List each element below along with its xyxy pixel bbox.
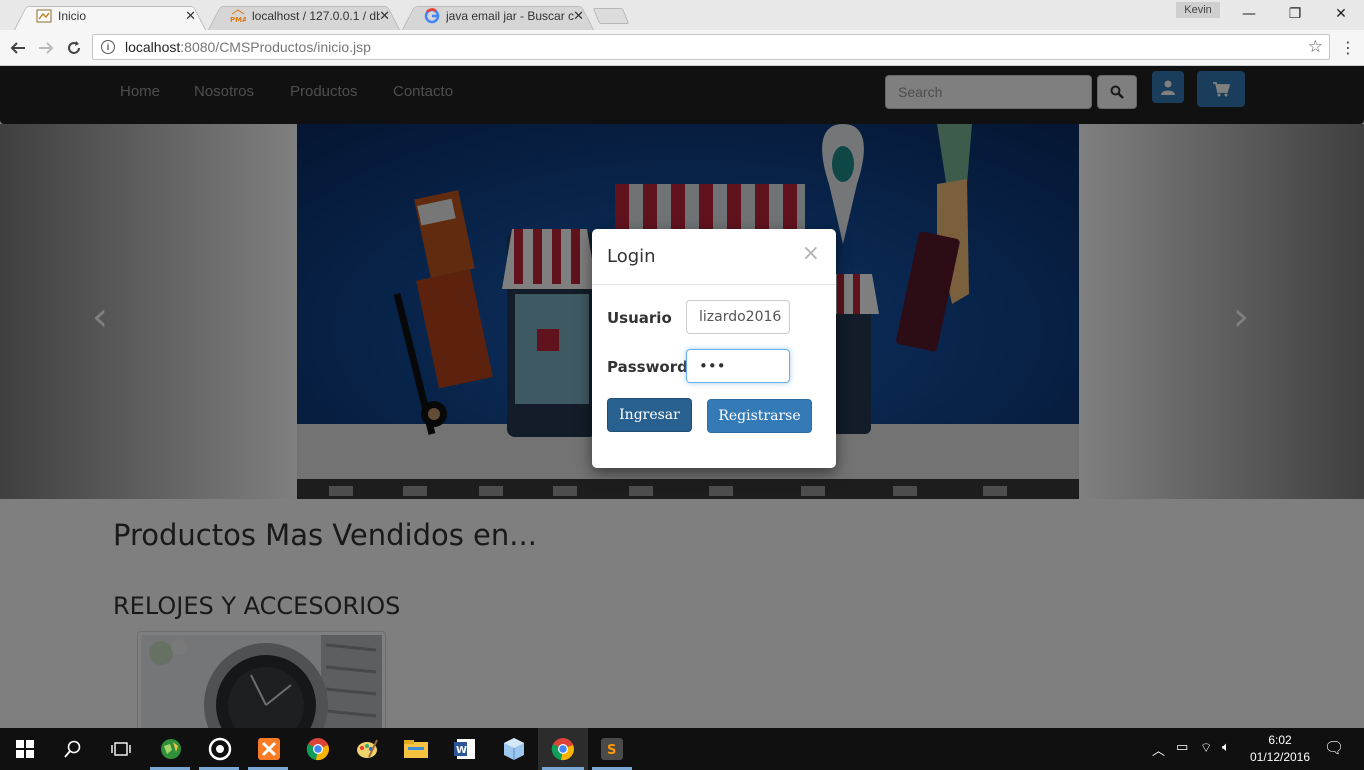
word-icon[interactable]: W (452, 736, 478, 762)
back-arrow-icon[interactable] (6, 36, 30, 60)
wifi-icon[interactable]: ⌔ (1200, 740, 1212, 756)
svg-text:PMA: PMA (230, 16, 246, 24)
svg-text:W: W (456, 745, 467, 756)
password-input[interactable]: ••• (686, 349, 790, 383)
close-tab-icon[interactable]: ✕ (573, 8, 584, 24)
login-modal-title: Login (607, 246, 656, 267)
globe-app-icon[interactable] (158, 736, 184, 762)
tab-google-search[interactable]: java email jar - Buscar co ✕ (402, 2, 594, 31)
virtualbox-icon[interactable] (501, 736, 527, 762)
tab-phpmyadmin[interactable]: PMA localhost / 127.0.0.1 / db ✕ (208, 2, 400, 31)
registrarse-button[interactable]: Registrarse (707, 399, 812, 433)
google-favicon-icon (424, 8, 440, 24)
new-tab-button[interactable] (592, 8, 630, 24)
tab-label: localhost / 127.0.0.1 / db (252, 9, 380, 23)
login-modal-header: Login × (592, 229, 836, 285)
address-bar[interactable]: i localhost:8080/CMSProductos/inicio.jsp… (92, 34, 1330, 60)
close-tab-icon[interactable]: ✕ (185, 8, 196, 24)
notifications-icon[interactable]: 🗨︎ (1324, 738, 1344, 757)
task-view-icon[interactable] (108, 736, 134, 762)
clock-time: 6:02 (1268, 733, 1292, 747)
tab-inicio[interactable]: Inicio ✕ (14, 2, 206, 31)
phpmyadmin-favicon-icon: PMA (230, 8, 246, 24)
bookmark-star-icon[interactable]: ☆ (1308, 37, 1323, 57)
windows-taskbar: W S ︿ ▭ ⌔ 🔈︎ 6:02 01/12/2016 🗨︎ (0, 728, 1364, 770)
clock-date: 01/12/2016 (1249, 750, 1311, 764)
window-close-icon[interactable]: ✕ (1318, 0, 1364, 28)
browser-tab-strip: Inicio ✕ PMA localhost / 127.0.0.1 / db … (0, 0, 1364, 31)
chevron-up-icon[interactable]: ︿ (1152, 740, 1165, 759)
usuario-input[interactable]: lizardo2016 (686, 300, 790, 334)
minimize-icon[interactable]: — (1226, 0, 1272, 28)
password-label: Password (607, 358, 688, 376)
forward-arrow-icon[interactable] (34, 36, 58, 60)
close-icon[interactable]: × (802, 241, 820, 266)
chrome-active-icon[interactable] (550, 736, 576, 762)
page-viewport: Home Nosotros Productos Contacto Search (0, 66, 1364, 728)
browser-menu-icon[interactable]: ⋮ (1340, 38, 1356, 57)
url-path: :8080/CMSProductos/inicio.jsp (180, 39, 371, 55)
sublime-text-icon[interactable]: S (599, 736, 625, 762)
volume-icon[interactable]: 🔈︎ (1222, 740, 1230, 755)
svg-text:S: S (607, 743, 616, 758)
chrome-icon[interactable] (305, 736, 331, 762)
search-icon[interactable] (60, 736, 86, 762)
profile-button[interactable]: Kevin (1176, 2, 1220, 18)
url-host: localhost (125, 39, 181, 55)
file-explorer-icon[interactable] (403, 736, 429, 762)
restore-icon[interactable]: ❐ (1272, 0, 1318, 28)
tab-label: Inicio (58, 9, 87, 23)
info-icon[interactable]: i (101, 40, 115, 54)
ingresar-button[interactable]: Ingresar (607, 398, 692, 432)
system-clock[interactable]: 6:02 01/12/2016 (1244, 732, 1316, 766)
circle-app-icon[interactable] (207, 736, 233, 762)
battery-icon[interactable]: ▭ (1176, 740, 1188, 755)
tab-label: java email jar - Buscar co (446, 9, 574, 23)
xampp-icon[interactable] (256, 736, 282, 762)
login-modal: Login × Usuario lizardo2016 Password •••… (592, 229, 836, 468)
browser-toolbar: i localhost:8080/CMSProductos/inicio.jsp… (0, 30, 1364, 66)
usuario-label: Usuario (607, 309, 672, 327)
page-favicon-icon (36, 8, 52, 24)
paint-app-icon[interactable] (354, 736, 380, 762)
reload-icon[interactable] (62, 36, 86, 60)
close-tab-icon[interactable]: ✕ (379, 8, 390, 24)
windows-start-icon[interactable] (12, 736, 38, 762)
